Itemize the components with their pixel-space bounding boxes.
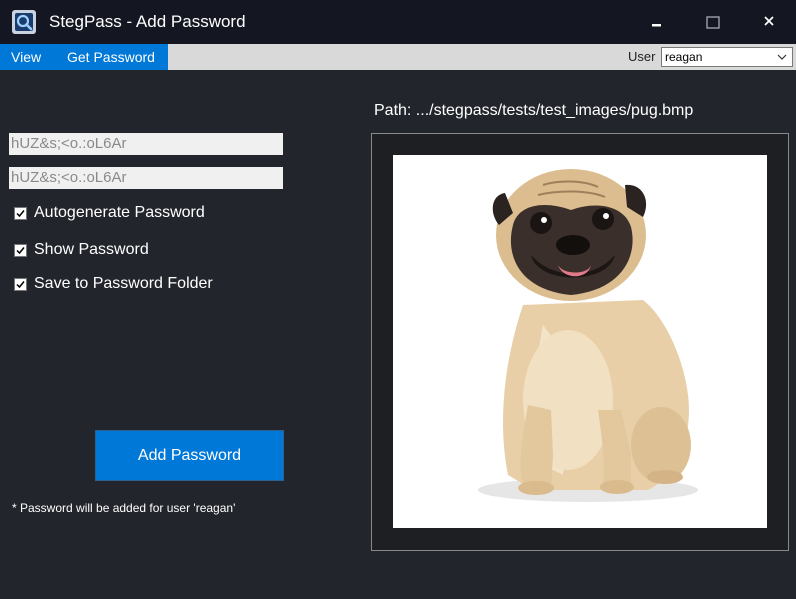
user-select[interactable]: reagan <box>661 47 793 67</box>
show-password-checkbox[interactable] <box>14 244 27 257</box>
user-note: * Password will be added for user 'reaga… <box>12 501 236 515</box>
window-title: StegPass - Add Password <box>49 12 246 31</box>
pug-dog-image <box>478 169 698 502</box>
image-canvas <box>393 155 767 528</box>
image-path: Path: .../stegpass/tests/test_images/pug… <box>374 102 694 119</box>
user-label: User <box>628 49 656 64</box>
checkmark-icon <box>16 210 25 218</box>
minimize-icon[interactable] <box>628 0 684 44</box>
menu-get-password[interactable]: Get Password <box>56 44 168 70</box>
password-input[interactable] <box>9 133 283 155</box>
image-frame <box>371 133 789 551</box>
save-folder-label: Save to Password Folder <box>34 275 213 292</box>
app-icon <box>12 10 36 34</box>
chevron-down-icon <box>777 54 787 60</box>
menu-view[interactable]: View <box>0 44 56 70</box>
add-password-button[interactable]: Add Password <box>95 430 284 481</box>
checkmark-icon <box>16 247 25 255</box>
title-bar: StegPass - Add Password <box>0 0 796 44</box>
autogenerate-label: Autogenerate Password <box>34 204 205 221</box>
confirm-password-input[interactable] <box>9 167 283 189</box>
user-select-value: reagan <box>665 50 703 64</box>
checkmark-icon <box>16 281 25 289</box>
save-folder-checkbox[interactable] <box>14 278 27 291</box>
autogenerate-checkbox[interactable] <box>14 207 27 220</box>
maximize-icon[interactable] <box>685 0 741 44</box>
close-icon[interactable] <box>741 0 796 44</box>
show-password-label: Show Password <box>34 241 149 258</box>
